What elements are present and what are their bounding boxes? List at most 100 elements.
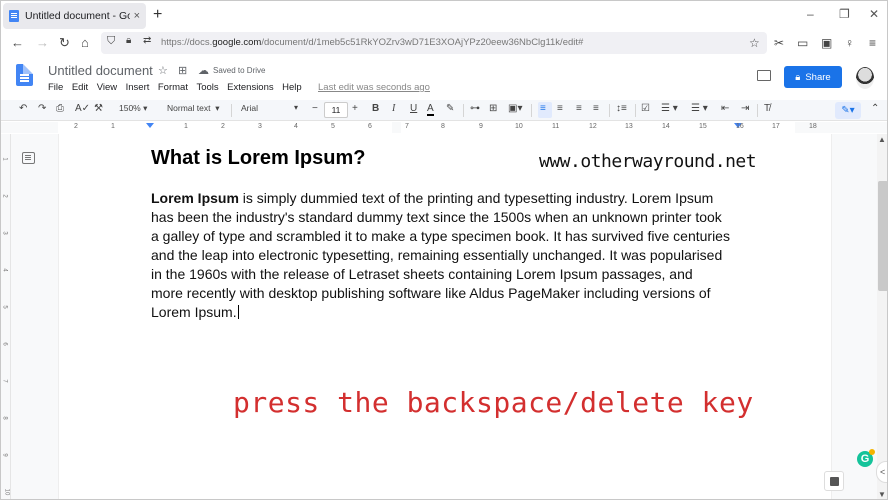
font-dropdown-icon[interactable]: ▾: [294, 103, 298, 112]
browser-tab[interactable]: Untitled document - Google Docs ×: [3, 3, 146, 29]
ruler-tick: 3: [258, 123, 262, 130]
docs-logo-icon[interactable]: [16, 64, 33, 86]
font-size-input[interactable]: 11: [324, 102, 348, 118]
explore-icon[interactable]: [824, 471, 844, 491]
menu-help[interactable]: Help: [282, 82, 302, 93]
decrease-indent-icon[interactable]: ⇤: [721, 103, 729, 114]
justify-icon[interactable]: ≡: [593, 103, 599, 114]
scroll-up-icon[interactable]: ▲: [878, 135, 886, 144]
vruler-tick: 3: [1, 231, 8, 235]
menu-bar: File Edit View Insert Format Tools Exten…: [48, 82, 310, 93]
menu-edit[interactable]: Edit: [72, 82, 88, 93]
ruler-tick: 7: [405, 123, 409, 130]
print-icon[interactable]: ⎙: [56, 103, 64, 114]
line-spacing-icon[interactable]: ↕≡: [616, 103, 627, 114]
grammarly-badge: [869, 449, 875, 455]
share-label: Share: [805, 71, 831, 83]
url-text[interactable]: https://docs.google.com/document/d/1meb5…: [161, 37, 583, 48]
document-body[interactable]: Lorem Ipsum is simply dummied text of th…: [151, 189, 751, 322]
redo-icon[interactable]: ↷: [38, 103, 46, 114]
side-panel-toggle[interactable]: <: [876, 461, 887, 483]
forward-button[interactable]: →: [36, 35, 49, 50]
underline-button[interactable]: U: [410, 103, 417, 114]
move-folder-icon[interactable]: ⊞: [178, 64, 187, 77]
collections-icon[interactable]: ▭: [797, 36, 808, 50]
insert-image-icon[interactable]: ▣▾: [508, 103, 522, 114]
increase-indent-icon[interactable]: ⇥: [741, 103, 749, 114]
link-icon[interactable]: ⊶: [470, 103, 480, 114]
star-icon[interactable]: ☆: [158, 64, 168, 77]
share-button[interactable]: 🔒︎ Share: [784, 66, 842, 88]
increase-font-button[interactable]: +: [352, 103, 358, 114]
document-title[interactable]: Untitled document: [48, 63, 153, 78]
account-icon[interactable]: ♀: [845, 36, 854, 50]
add-comment-icon[interactable]: ⊞: [489, 103, 497, 114]
menu-tools[interactable]: Tools: [196, 82, 218, 93]
home-button[interactable]: ⌂: [81, 35, 89, 50]
shield-icon[interactable]: ⛉: [107, 35, 115, 48]
vruler-tick: 6: [1, 342, 8, 346]
document-outline-icon[interactable]: [22, 152, 35, 164]
paragraph-line: more recently with desktop publishing so…: [151, 285, 711, 301]
vertical-ruler: [1, 134, 11, 499]
highlight-icon[interactable]: ✎: [446, 103, 454, 114]
left-indent-marker[interactable]: [146, 123, 154, 128]
back-button[interactable]: ←: [11, 35, 24, 50]
tab-bar: Untitled document - Google Docs × + – ❐ …: [1, 1, 887, 31]
collapse-toolbar-icon[interactable]: ⌃: [871, 103, 879, 114]
align-center-icon[interactable]: ≡: [557, 103, 563, 114]
menu-icon[interactable]: ≡: [869, 36, 876, 50]
font-select[interactable]: Arial: [241, 103, 258, 113]
vruler-tick: 7: [1, 379, 8, 383]
paint-format-icon[interactable]: ⚒: [94, 103, 103, 114]
spellcheck-icon[interactable]: A✓: [75, 103, 90, 114]
numbered-list-icon[interactable]: ☰ ▾: [691, 103, 708, 114]
align-left-icon: ≡: [540, 103, 546, 114]
watermark-text: www.otherwayround.net: [539, 151, 757, 172]
extension-icon[interactable]: ✂: [774, 36, 784, 50]
menu-extensions[interactable]: Extensions: [227, 82, 273, 93]
permissions-icon[interactable]: ⇄: [143, 35, 151, 46]
line-text: Lorem Ipsum.: [151, 304, 237, 320]
new-tab-button[interactable]: +: [153, 6, 162, 24]
align-right-icon[interactable]: ≡: [576, 103, 582, 114]
checklist-icon[interactable]: ☑: [641, 103, 650, 114]
last-edit-link[interactable]: Last edit was seconds ago: [318, 82, 430, 93]
close-window-button[interactable]: ✕: [869, 7, 879, 21]
vruler-tick: 5: [1, 305, 8, 309]
decrease-font-button[interactable]: −: [312, 103, 318, 114]
comment-history-icon[interactable]: [757, 70, 771, 81]
minimize-button[interactable]: –: [807, 7, 814, 21]
menu-view[interactable]: View: [97, 82, 117, 93]
zoom-select[interactable]: 150% ▾: [119, 103, 147, 114]
scroll-down-icon[interactable]: ▼: [878, 490, 886, 499]
reader-icon[interactable]: ▣: [821, 36, 832, 50]
restore-button[interactable]: ❐: [839, 7, 850, 21]
menu-file[interactable]: File: [48, 82, 63, 93]
italic-button[interactable]: I: [392, 103, 395, 114]
toolbar-divider: [531, 104, 532, 117]
menu-format[interactable]: Format: [158, 82, 188, 93]
menu-insert[interactable]: Insert: [126, 82, 150, 93]
tab-close-icon[interactable]: ×: [134, 10, 140, 22]
ruler-tick: 12: [589, 123, 597, 130]
editing-mode-button[interactable]: ✎▾: [835, 102, 861, 119]
undo-icon[interactable]: ↶: [19, 103, 27, 114]
lock-icon[interactable]: 🔒︎: [126, 35, 131, 46]
document-heading[interactable]: What is Lorem Ipsum?: [151, 147, 365, 170]
ruler-tick: 16: [736, 123, 744, 130]
text-color-button[interactable]: A: [427, 103, 434, 116]
ruler-tick: 1: [111, 123, 115, 130]
avatar[interactable]: [856, 67, 874, 89]
reload-button[interactable]: ↻: [59, 35, 70, 51]
star-icon[interactable]: ☆: [749, 36, 760, 50]
toolbar-divider: [463, 104, 464, 117]
ruler-tick: 8: [441, 123, 445, 130]
bold-button[interactable]: B: [372, 103, 379, 114]
toolbar-divider: [231, 104, 232, 117]
scrollbar-thumb[interactable]: [878, 181, 887, 291]
bulleted-list-icon[interactable]: ☰ ▾: [661, 103, 678, 114]
style-select[interactable]: Normal text ▾: [167, 103, 219, 114]
clear-formatting-icon[interactable]: T̸: [764, 103, 770, 114]
vruler-tick: 4: [1, 268, 8, 272]
